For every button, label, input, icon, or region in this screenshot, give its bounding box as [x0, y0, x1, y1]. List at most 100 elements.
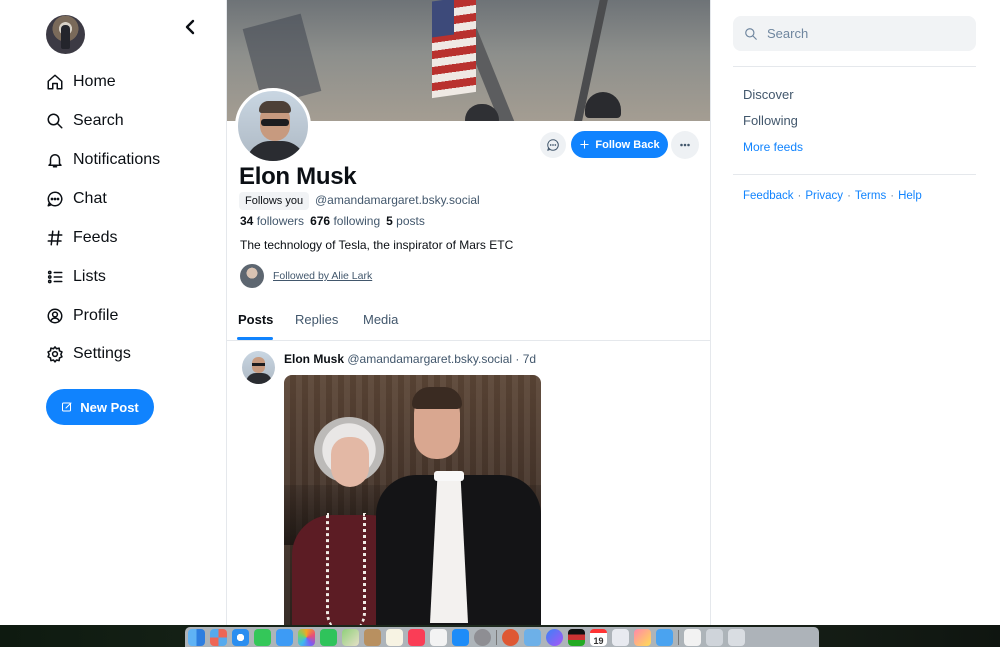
flag-app-icon[interactable]: [568, 628, 585, 646]
profile-tabs: Posts Replies Media: [227, 300, 710, 341]
mail-icon[interactable]: [276, 628, 293, 646]
nav-chat[interactable]: Chat: [46, 187, 107, 211]
followed-by-link[interactable]: Followed by Alie Lark: [273, 270, 372, 282]
duckduckgo-icon[interactable]: [502, 628, 519, 646]
follower-avatar[interactable]: [240, 264, 264, 288]
chevron-left-icon: [185, 19, 195, 35]
post-author-avatar[interactable]: [242, 351, 275, 384]
followers-count: 34: [240, 214, 254, 228]
profile-stats: 34 followers 676 following 5 posts: [240, 214, 425, 228]
posts-stat: 5 posts: [386, 214, 425, 228]
post-author-handle[interactable]: @amandamargaret.bsky.social: [347, 352, 512, 366]
profile-avatar[interactable]: [235, 88, 311, 164]
tab-media[interactable]: Media: [363, 312, 398, 327]
follows-you-badge: Follows you: [239, 192, 310, 210]
settings-app-icon[interactable]: [474, 628, 491, 646]
nav-label: Feeds: [73, 229, 118, 246]
nav-search[interactable]: Search: [46, 109, 124, 133]
divider: [733, 66, 976, 67]
reminders-icon[interactable]: [386, 628, 403, 646]
finder-icon[interactable]: [188, 628, 205, 646]
user-circle-icon: [47, 308, 63, 324]
tab-posts[interactable]: Posts: [238, 312, 273, 327]
compose-icon: [62, 402, 72, 412]
nav-label: Lists: [73, 268, 106, 285]
profile-bio: The technology of Tesla, the inspirator …: [240, 238, 514, 252]
gear-icon: [47, 346, 63, 363]
display-name: Elon Musk: [239, 163, 357, 190]
tab-replies[interactable]: Replies: [295, 312, 338, 327]
chat-icon: [547, 139, 559, 151]
messenger-icon[interactable]: [546, 628, 563, 646]
back-button[interactable]: [180, 16, 200, 38]
nav-label: Notifications: [73, 151, 161, 168]
followers-stat[interactable]: 34 followers: [240, 214, 304, 228]
separator: ·: [890, 190, 895, 202]
facetime-icon[interactable]: [320, 628, 337, 646]
user-avatar[interactable]: [46, 15, 85, 54]
messages-icon[interactable]: [254, 628, 271, 646]
search-icon: [47, 113, 63, 129]
new-post-button[interactable]: New Post: [46, 389, 154, 425]
feed-post[interactable]: Elon Musk @amandamargaret.bsky.social · …: [227, 341, 710, 625]
ellipsis-icon: [680, 143, 690, 147]
game-app-icon[interactable]: [634, 628, 651, 646]
plus-icon: [580, 140, 590, 149]
following-label: following: [333, 214, 381, 228]
drive-icon[interactable]: [612, 628, 629, 646]
terms-link[interactable]: Terms: [855, 190, 886, 202]
app-store-icon[interactable]: [452, 628, 469, 646]
more-options-button[interactable]: [671, 131, 699, 159]
nav-label: Chat: [73, 190, 107, 207]
search-input[interactable]: Search: [733, 16, 976, 51]
post-timestamp[interactable]: · 7d: [515, 352, 536, 366]
more-feeds-link[interactable]: More feeds: [743, 140, 803, 154]
help-link[interactable]: Help: [898, 190, 922, 202]
post-author-name[interactable]: Elon Musk: [284, 352, 344, 366]
following-count: 676: [310, 214, 331, 228]
posts-label: posts: [396, 214, 425, 228]
dock-separator: [678, 629, 679, 645]
active-tab-indicator: [237, 337, 273, 340]
footer-links: Feedback · Privacy · Terms · Help: [743, 190, 922, 202]
macos-dock: 19: [185, 627, 819, 647]
nav-feeds[interactable]: Feeds: [46, 226, 117, 250]
message-button[interactable]: [540, 132, 566, 158]
following-stat[interactable]: 676 following: [310, 214, 380, 228]
posts-count: 5: [386, 214, 393, 228]
post-image[interactable]: [284, 375, 541, 625]
follow-back-button[interactable]: Follow Back: [571, 131, 668, 158]
trash-icon[interactable]: [728, 628, 745, 646]
hash-icon: [47, 230, 63, 246]
feed-link-following[interactable]: Following: [743, 113, 798, 128]
bluesky-app: Home Search Notifications Chat Feeds Lis…: [0, 0, 1000, 625]
feed-link-discover[interactable]: Discover: [743, 87, 794, 102]
screenshot-icon[interactable]: [684, 628, 701, 646]
nav-home[interactable]: Home: [46, 70, 116, 94]
news-icon[interactable]: [430, 628, 447, 646]
divider: [733, 174, 976, 175]
photos-icon[interactable]: [298, 628, 315, 646]
nav-notifications[interactable]: Notifications: [46, 148, 160, 172]
feedback-link[interactable]: Feedback: [743, 190, 794, 202]
folder-icon[interactable]: [706, 628, 723, 646]
maps-icon[interactable]: [342, 628, 359, 646]
followers-label: followers: [256, 214, 305, 228]
chat-icon: [47, 191, 63, 207]
nav-settings[interactable]: Settings: [46, 342, 131, 366]
profile-handle: @amandamargaret.bsky.social: [315, 193, 480, 207]
nav-profile[interactable]: Profile: [46, 304, 118, 328]
preview-icon[interactable]: [524, 628, 541, 646]
music-icon[interactable]: [408, 628, 425, 646]
followed-by-row: Followed by Alie Lark: [240, 264, 372, 288]
photo-app-icon[interactable]: [656, 628, 673, 646]
nav-lists[interactable]: Lists: [46, 265, 106, 289]
left-sidebar: Home Search Notifications Chat Feeds Lis…: [0, 0, 226, 625]
bell-icon: [48, 154, 62, 168]
safari-icon[interactable]: [232, 628, 249, 646]
privacy-link[interactable]: Privacy: [805, 190, 843, 202]
launchpad-icon[interactable]: [210, 628, 227, 646]
calendar-icon[interactable]: 19: [590, 628, 607, 646]
list-icon: [47, 270, 63, 284]
notes-app-icon[interactable]: [364, 628, 381, 646]
